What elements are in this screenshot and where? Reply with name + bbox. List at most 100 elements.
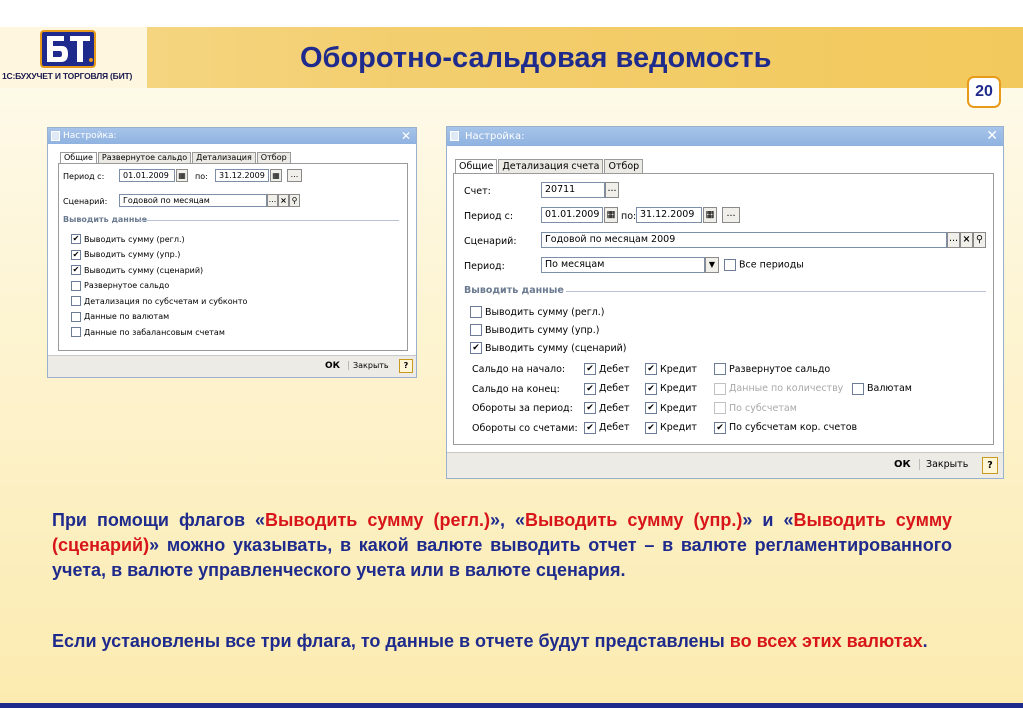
ok-button[interactable]: ОК — [325, 361, 340, 371]
bottom-bar — [0, 703, 1023, 708]
calendar-icon[interactable]: ▦ — [703, 207, 717, 223]
output-option-row[interactable]: Выводить сумму (регл.) — [470, 306, 605, 318]
dialog-2-panel: Счет: 20711 ... Период с: 01.01.2009 ▦ п… — [453, 173, 994, 445]
scenario-select-button[interactable]: ... — [947, 232, 960, 248]
tab-expanded-balance[interactable]: Развернутое сальдо — [97, 152, 192, 163]
bit-logo — [40, 30, 96, 68]
checkbox[interactable] — [852, 382, 864, 395]
checkbox[interactable] — [71, 327, 81, 337]
all-periods-checkbox[interactable]: Все периоды — [724, 259, 804, 271]
checkbox-label: Развернутое сальдо — [729, 363, 831, 375]
close-button[interactable]: Закрыть — [919, 459, 968, 470]
checkbox[interactable] — [71, 280, 81, 291]
debit-checkbox[interactable]: ✔ Дебет — [584, 402, 630, 414]
dialog-icon — [51, 131, 60, 141]
checkbox-label: Выводить сумму (сценарий) — [84, 265, 204, 275]
close-icon[interactable]: ✕ — [986, 127, 998, 146]
checkbox[interactable] — [470, 306, 482, 318]
scenario-select-button[interactable]: ... — [267, 194, 278, 207]
checkbox[interactable] — [714, 363, 726, 375]
credit-checkbox[interactable]: ✔ Кредит — [645, 382, 697, 395]
tab-general[interactable]: Общие — [455, 159, 498, 173]
help-button[interactable]: ? — [982, 457, 998, 474]
credit-checkbox[interactable]: ✔ Кредит — [645, 402, 697, 414]
period-from-field[interactable]: 01.01.2009 — [119, 169, 175, 182]
checkbox-checked[interactable]: ✔ — [584, 421, 596, 434]
account-field[interactable]: 20711 — [541, 182, 605, 198]
output-option-row[interactable]: ✔ Выводить сумму (упр.) — [71, 249, 180, 260]
output-option-row[interactable]: Детализация по субсчетам и субконто — [71, 296, 247, 306]
tab-account-detail[interactable]: Детализация счета — [498, 159, 604, 173]
scenario-label: Сценарий: — [63, 197, 108, 206]
dialog-2-titlebar[interactable]: Настройка: ✕ — [447, 127, 1003, 146]
debit-checkbox[interactable]: ✔ Дебет — [584, 421, 630, 434]
output-option-row[interactable]: Данные по забалансовым счетам — [71, 327, 225, 337]
checkbox-checked[interactable]: ✔ — [645, 421, 657, 434]
settings-dialog-2: Настройка: ✕ Общие Детализация счета Отб… — [446, 126, 1004, 479]
output-option-row[interactable]: Развернутое сальдо — [71, 280, 170, 291]
checkbox[interactable] — [470, 324, 482, 336]
checkbox-checked[interactable]: ✔ — [470, 342, 482, 354]
checkbox-checked[interactable]: ✔ — [584, 402, 596, 414]
calendar-icon[interactable]: ▦ — [270, 169, 282, 182]
output-option-row[interactable]: Выводить сумму (упр.) — [470, 324, 599, 336]
period-from-field[interactable]: 01.01.2009 — [541, 207, 603, 223]
flag-name-upr: Выводить сумму (упр.) — [525, 510, 743, 530]
checkbox-checked[interactable]: ✔ — [71, 265, 81, 275]
checkbox-label: Выводить сумму (регл.) — [485, 306, 605, 318]
checkbox[interactable] — [71, 311, 81, 322]
close-button[interactable]: Закрыть — [348, 361, 389, 370]
checkbox-checked[interactable]: ✔ — [584, 363, 596, 375]
clear-icon[interactable]: × — [960, 232, 973, 248]
currencies-checkbox[interactable]: Валютам — [852, 382, 912, 395]
checkbox-label: Данные по количеству — [729, 383, 844, 394]
close-icon[interactable]: ✕ — [401, 128, 411, 144]
checkbox-checked[interactable]: ✔ — [714, 421, 726, 434]
tab-general[interactable]: Общие — [60, 152, 97, 163]
calendar-icon[interactable]: ▦ — [176, 169, 188, 182]
help-button[interactable]: ? — [399, 359, 413, 373]
output-option-row[interactable]: Данные по валютам — [71, 311, 169, 322]
ok-button[interactable]: ОК — [894, 459, 911, 470]
scenario-field[interactable]: Годовой по месяцам — [119, 194, 267, 207]
output-option-row[interactable]: ✔ Выводить сумму (сценарий) — [470, 342, 627, 354]
extra-option-checkbox[interactable]: Развернутое сальдо — [714, 363, 830, 375]
checkbox-checked[interactable]: ✔ — [584, 382, 596, 395]
search-icon[interactable]: ⚲ — [973, 232, 986, 248]
output-option-row[interactable]: ✔ Выводить сумму (сценарий) — [71, 265, 203, 275]
period-to-field[interactable]: 31.12.2009 — [636, 207, 702, 223]
checkbox-checked[interactable]: ✔ — [71, 234, 81, 244]
checkbox[interactable] — [71, 296, 81, 306]
dialog-1-titlebar[interactable]: Настройка: ✕ — [48, 128, 416, 144]
output-option-row[interactable]: ✔ Выводить сумму (регл.) — [71, 234, 185, 244]
credit-checkbox[interactable]: ✔ Кредит — [645, 363, 697, 375]
checkbox-label: Дебет — [599, 363, 630, 375]
account-select-button[interactable]: ... — [605, 182, 619, 198]
checkbox-checked[interactable]: ✔ — [645, 363, 657, 375]
checkbox-checked[interactable]: ✔ — [645, 382, 657, 395]
clear-icon[interactable]: × — [278, 194, 289, 207]
period-select-button[interactable]: ... — [722, 207, 740, 223]
search-icon[interactable]: ⚲ — [289, 194, 300, 207]
tab-detail[interactable]: Детализация — [192, 152, 256, 163]
period-dropdown[interactable]: По месяцам — [541, 257, 705, 273]
period-to-field[interactable]: 31.12.2009 — [215, 169, 269, 182]
checkbox-label: Дебет — [599, 383, 630, 394]
extra-option-checkbox: Данные по количеству — [714, 382, 844, 395]
checkbox — [714, 382, 726, 395]
debit-checkbox[interactable]: ✔ Дебет — [584, 382, 630, 395]
period-select-button[interactable]: ... — [287, 169, 302, 182]
extra-option-checkbox[interactable]: ✔ По субсчетам кор. счетов — [714, 421, 857, 434]
checkbox-checked[interactable]: ✔ — [71, 249, 81, 260]
chevron-down-icon[interactable]: ▼ — [705, 257, 719, 273]
checkbox-checked[interactable]: ✔ — [645, 402, 657, 414]
scenario-field[interactable]: Годовой по месяцам 2009 — [541, 232, 947, 248]
grid-row-label: Обороты за период: — [472, 403, 573, 414]
debit-checkbox[interactable]: ✔ Дебет — [584, 363, 630, 375]
calendar-icon[interactable]: ▦ — [604, 207, 618, 223]
tab-filter[interactable]: Отбор — [256, 152, 291, 163]
checkbox[interactable] — [724, 259, 736, 271]
checkbox-label: Развернутое сальдо — [84, 281, 170, 290]
credit-checkbox[interactable]: ✔ Кредит — [645, 421, 697, 434]
tab-filter[interactable]: Отбор — [604, 159, 644, 173]
